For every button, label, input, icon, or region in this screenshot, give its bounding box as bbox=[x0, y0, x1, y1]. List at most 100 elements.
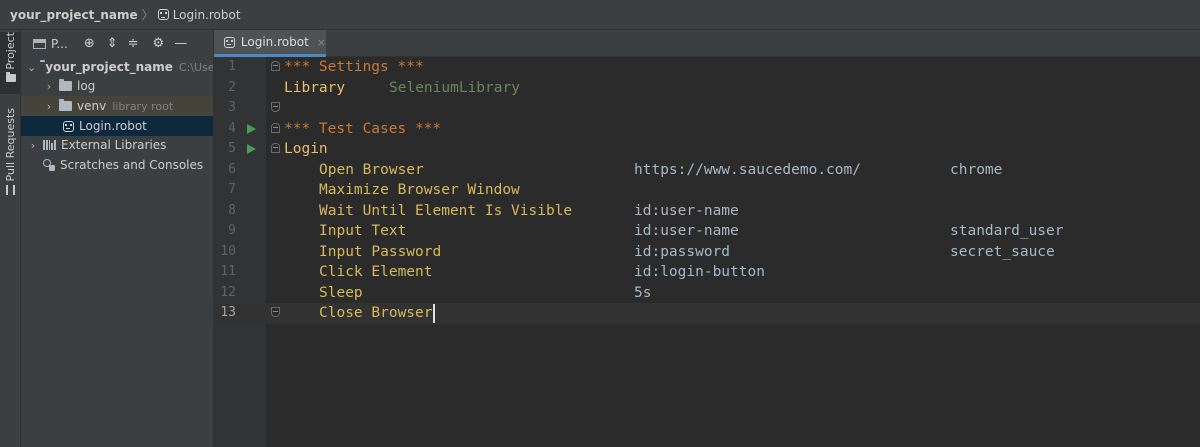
code-line: 2 Library SeleniumLibrary bbox=[214, 78, 1200, 99]
code-line: 7 Maximize Browser Window bbox=[214, 180, 1200, 201]
robot-file-icon bbox=[157, 9, 169, 20]
line-number: 12 bbox=[220, 284, 236, 300]
project-panel-title[interactable]: P... bbox=[51, 37, 68, 51]
editor: Login.robot × 1 *** Settings *** 2 Libra… bbox=[214, 30, 1200, 447]
folder-icon bbox=[5, 71, 16, 82]
keyword: Click Element bbox=[319, 264, 433, 280]
argument: https://www.saucedemo.com/ bbox=[634, 161, 861, 178]
hide-panel-icon[interactable]: — bbox=[174, 36, 187, 51]
code-line: 9 Input Text id:user-name standard_user bbox=[214, 221, 1200, 242]
line-number: 7 bbox=[228, 182, 236, 197]
text-caret bbox=[433, 304, 435, 323]
project-tool-label: Project bbox=[4, 32, 17, 70]
code-line: 12 Sleep 5s bbox=[214, 283, 1200, 304]
tree-item-label: Scratches and Consoles bbox=[60, 158, 204, 172]
chevron-down-icon[interactable]: ⌄ bbox=[27, 61, 36, 74]
keyword: Close Browser bbox=[319, 305, 433, 321]
breadcrumb-project[interactable]: your_project_name bbox=[10, 8, 138, 22]
tree-item-external-libraries[interactable]: › External Libraries bbox=[21, 135, 213, 155]
pull-request-icon bbox=[6, 185, 15, 196]
keyword: Sleep bbox=[319, 284, 363, 301]
setting-name: Library bbox=[284, 79, 346, 96]
argument: id:user-name bbox=[634, 202, 739, 219]
line-number: 3 bbox=[228, 100, 236, 115]
run-icon[interactable] bbox=[247, 144, 256, 154]
library-icon bbox=[43, 140, 56, 150]
test-case-name: Login bbox=[284, 141, 328, 157]
code-editor[interactable]: 1 *** Settings *** 2 Library SeleniumLib… bbox=[214, 57, 1200, 447]
line-number: 6 bbox=[228, 161, 236, 177]
scratches-icon bbox=[43, 159, 55, 171]
code-line: 10 Input Password id:password secret_sau… bbox=[214, 242, 1200, 263]
fold-icon[interactable] bbox=[271, 143, 280, 153]
tree-item-log[interactable]: › log bbox=[21, 76, 213, 96]
folder-icon bbox=[59, 79, 72, 91]
project-panel: P... ⊕ ⇕ ≑ ⚙ — ⌄ your_project_name C:\Us… bbox=[21, 30, 214, 447]
tree-item-project-root[interactable]: ⌄ your_project_name C:\Users bbox=[21, 57, 213, 77]
line-number: 2 bbox=[228, 79, 236, 95]
code-line: 6 Open Browser https://www.saucedemo.com… bbox=[214, 160, 1200, 181]
tool-window-strip: Project Pull Requests bbox=[0, 30, 21, 447]
code-line: 5 Login bbox=[214, 139, 1200, 160]
breadcrumb-separator-icon: 〉 bbox=[141, 8, 154, 22]
project-tool-button[interactable]: Project bbox=[0, 32, 21, 94]
fold-icon[interactable] bbox=[271, 61, 280, 71]
tree-item-label: External Libraries bbox=[61, 138, 167, 152]
run-icon[interactable] bbox=[247, 123, 256, 134]
settings-header: *** Settings *** bbox=[284, 59, 424, 75]
tab-login-robot[interactable]: Login.robot × bbox=[214, 30, 326, 57]
project-view-icon bbox=[33, 38, 46, 49]
pull-requests-tool-button[interactable]: Pull Requests bbox=[0, 108, 21, 208]
fold-end-icon[interactable] bbox=[271, 307, 280, 317]
keyword: Open Browser bbox=[319, 161, 424, 178]
argument: id:login-button bbox=[634, 264, 765, 280]
breadcrumb-file[interactable]: Login.robot bbox=[173, 8, 241, 22]
tree-item-library-root-hint: library root bbox=[112, 99, 174, 113]
line-number: 11 bbox=[220, 264, 236, 279]
tree-item-label: log bbox=[77, 79, 96, 93]
editor-tab-bar: Login.robot × bbox=[214, 30, 1200, 57]
keyword: Input Password bbox=[319, 243, 442, 260]
line-number: 4 bbox=[228, 120, 236, 136]
fold-end-icon[interactable] bbox=[271, 102, 280, 112]
argument: 5s bbox=[634, 284, 652, 301]
line-number: 10 bbox=[220, 243, 236, 259]
expand-all-icon[interactable]: ⇕ bbox=[107, 36, 118, 51]
code-line-current: 13 Close Browser bbox=[214, 303, 1200, 324]
tree-item-label: your_project_name bbox=[45, 60, 173, 74]
fold-icon[interactable] bbox=[271, 122, 280, 133]
argument: standard_user bbox=[950, 223, 1064, 239]
argument: id:user-name bbox=[634, 223, 739, 239]
tree-item-login-robot[interactable]: Login.robot bbox=[21, 116, 213, 136]
collapse-all-icon[interactable]: ≑ bbox=[128, 36, 139, 51]
project-panel-toolbar: P... ⊕ ⇕ ≑ ⚙ — bbox=[21, 30, 213, 57]
chevron-right-icon[interactable]: › bbox=[43, 80, 55, 93]
tree-item-venv[interactable]: › venv library root bbox=[21, 96, 213, 116]
code-line: 4 *** Test Cases *** bbox=[214, 119, 1200, 140]
tree-item-path-hint: C:\Users bbox=[178, 60, 213, 74]
line-number: 8 bbox=[228, 202, 236, 218]
keyword: Input Text bbox=[319, 223, 407, 239]
navigation-bar: your_project_name 〉 Login.robot bbox=[0, 0, 1200, 30]
argument: id:password bbox=[634, 243, 731, 260]
tab-label: Login.robot bbox=[240, 35, 309, 49]
pull-requests-label: Pull Requests bbox=[4, 108, 17, 182]
code-line: 3 bbox=[214, 98, 1200, 119]
chevron-right-icon[interactable]: › bbox=[27, 139, 39, 152]
gear-icon[interactable]: ⚙ bbox=[153, 36, 165, 51]
keyword: Maximize Browser Window bbox=[319, 182, 520, 198]
tree-item-label: Login.robot bbox=[79, 119, 147, 133]
argument: chrome bbox=[950, 161, 1003, 178]
code-line: 11 Click Element id:login-button bbox=[214, 262, 1200, 283]
robot-file-icon bbox=[224, 36, 235, 48]
close-icon[interactable]: × bbox=[317, 36, 326, 49]
locate-file-icon[interactable]: ⊕ bbox=[84, 36, 95, 51]
code-line: 8 Wait Until Element Is Visible id:user-… bbox=[214, 201, 1200, 222]
folder-icon bbox=[59, 99, 72, 111]
line-number: 9 bbox=[228, 223, 236, 238]
tree-item-scratches[interactable]: Scratches and Consoles bbox=[21, 155, 213, 175]
chevron-right-icon[interactable]: › bbox=[43, 100, 55, 113]
keyword: Wait Until Element Is Visible bbox=[319, 202, 573, 219]
line-number: 1 bbox=[228, 59, 236, 74]
tree-item-label: venv bbox=[77, 99, 107, 113]
